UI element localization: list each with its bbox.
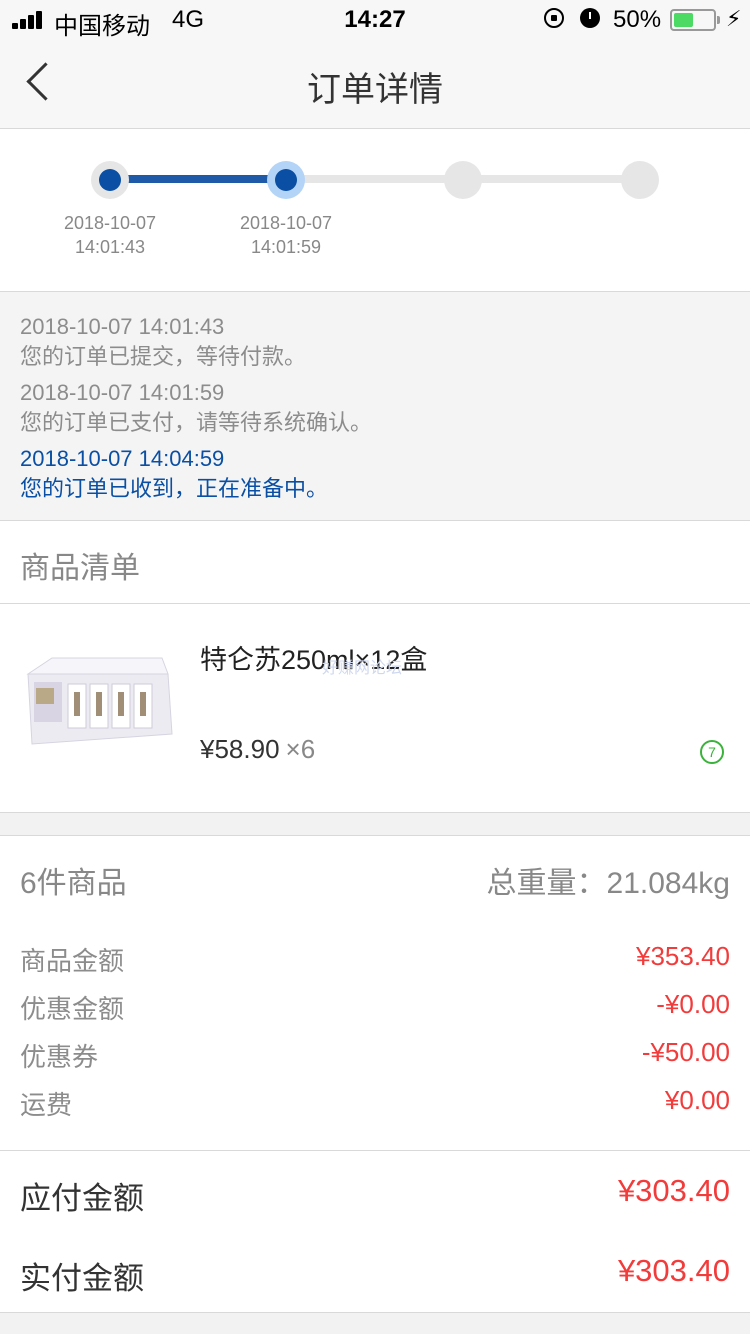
fee-label: 商品金额 xyxy=(20,946,125,976)
log-message: 您的订单已提交，等待付款。 xyxy=(20,344,307,369)
order-status-log: 2018-10-07 14:01:43 您的订单已提交，等待付款。 2018-1… xyxy=(0,292,750,521)
order-summary: 6件商品 总重量：21.084kg xyxy=(0,835,750,917)
progress-step-1 xyxy=(91,161,129,199)
total-weight: 总重量：21.084kg xyxy=(486,867,730,900)
step-date: 2018-10-07 xyxy=(63,213,157,233)
fee-value: ¥353.40 xyxy=(636,941,730,971)
progress-track-completed xyxy=(110,175,286,183)
fee-row-shipping: 运费 ¥0.00 xyxy=(0,1077,750,1125)
fee-row-coupon: 优惠券 -¥50.00 xyxy=(0,1029,750,1077)
fee-row-goods-amount: 商品金额 ¥353.40 xyxy=(0,933,750,981)
fee-value: -¥0.00 xyxy=(656,989,730,1019)
total-value: ¥303.40 xyxy=(617,1253,730,1288)
progress-dot xyxy=(99,169,121,191)
log-message: 您的订单已收到，正在准备中。 xyxy=(20,476,329,501)
log-timestamp: 2018-10-07 14:01:43 xyxy=(20,314,225,339)
amount-payable-row: 应付金额 ¥303.40 xyxy=(0,1163,750,1223)
product-list-header: 商品清单 xyxy=(0,521,750,604)
page-title: 订单详情 xyxy=(307,71,443,109)
product-price: ¥58.90 xyxy=(200,734,280,764)
log-entry: 2018-10-07 14:01:43 您的订单已提交，等待付款。 xyxy=(20,312,306,372)
progress-step-1-stamp: 2018-10-07 14:01:43 xyxy=(40,211,180,259)
fee-value: ¥0.00 xyxy=(664,1085,730,1115)
status-bar: 中国移动 4G 14:27 50% ⚡ xyxy=(0,0,750,40)
fee-value: -¥50.00 xyxy=(641,1037,730,1067)
total-label: 应付金额 xyxy=(20,1181,144,1216)
step-date: 2018-10-07 xyxy=(239,213,333,233)
fee-label: 优惠券 xyxy=(20,1042,99,1072)
section-title: 商品清单 xyxy=(20,552,140,585)
step-time: 14:01:59 xyxy=(250,237,322,257)
log-entry: 2018-10-07 14:01:59 您的订单已支付，请等待系统确认。 xyxy=(20,378,372,438)
return-days-badge: 7 xyxy=(700,740,724,764)
log-timestamp: 2018-10-07 14:01:59 xyxy=(20,380,225,405)
navigation-bar: 订单详情 xyxy=(0,40,750,129)
battery-percentage: 50% xyxy=(613,6,662,33)
fee-label: 运费 xyxy=(20,1090,73,1120)
product-quantity: ×6 xyxy=(285,734,316,764)
product-image xyxy=(22,646,174,752)
log-message: 您的订单已支付，请等待系统确认。 xyxy=(20,410,373,435)
alarm-icon xyxy=(580,8,600,28)
progress-step-3 xyxy=(444,161,482,199)
progress-step-4 xyxy=(621,161,659,199)
total-label: 实付金额 xyxy=(20,1261,144,1296)
order-totals: 应付金额 ¥303.40 实付金额 ¥303.40 xyxy=(0,1151,750,1313)
battery-icon xyxy=(670,9,720,31)
rotation-lock-icon xyxy=(544,8,564,28)
charging-icon: ⚡ xyxy=(726,6,742,31)
log-timestamp: 2018-10-07 14:04:59 xyxy=(20,446,225,471)
progress-step-2 xyxy=(267,161,305,199)
amount-paid-row: 实付金额 ¥303.40 xyxy=(0,1243,750,1303)
order-progress-stepper: 2018-10-07 14:01:43 2018-10-07 14:01:59 xyxy=(0,129,750,292)
total-value: ¥303.40 xyxy=(617,1173,730,1208)
item-count: 6件商品 xyxy=(20,867,127,900)
fee-label: 优惠金额 xyxy=(20,994,125,1024)
product-price-row: ¥58.90 ×6 xyxy=(200,734,315,765)
fee-row-discount: 优惠金额 -¥0.00 xyxy=(0,981,750,1029)
log-entry-latest: 2018-10-07 14:04:59 您的订单已收到，正在准备中。 xyxy=(20,444,328,504)
product-item[interactable]: 特仑苏250ml×12盒 好赚网论坛 ¥58.90 ×6 7 xyxy=(0,604,750,813)
progress-dot xyxy=(275,169,297,191)
watermark: 好赚网论坛 xyxy=(322,660,403,677)
step-time: 14:01:43 xyxy=(74,237,146,257)
fee-breakdown: 商品金额 ¥353.40 优惠金额 -¥0.00 优惠券 -¥50.00 运费 … xyxy=(0,916,750,1151)
progress-step-2-stamp: 2018-10-07 14:01:59 xyxy=(216,211,356,259)
